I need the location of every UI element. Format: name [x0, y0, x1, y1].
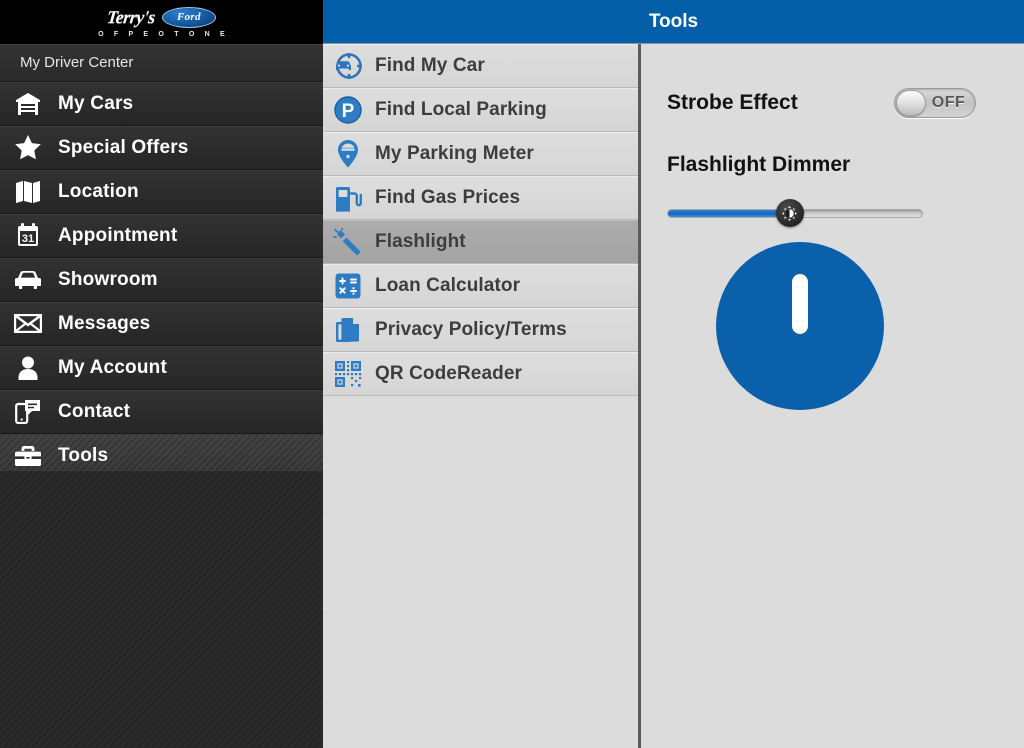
- tools-item-find-local-parking[interactable]: P Find Local Parking: [323, 88, 638, 132]
- sidebar-empty-area: [0, 470, 323, 748]
- brand-name-text: Terry's: [106, 7, 156, 27]
- phone-chat-icon: [10, 397, 46, 427]
- title-bar: Tools: [323, 0, 1024, 44]
- brand-logo-row: Terry's Ford: [106, 6, 216, 28]
- toggle-knob: [896, 90, 926, 116]
- tools-item-qr-code-reader[interactable]: QR CodeReader: [323, 352, 638, 396]
- sidebar-item-label: My Cars: [58, 92, 134, 114]
- svg-text:P: P: [342, 101, 355, 122]
- page-title: Tools: [648, 10, 699, 32]
- sidebar-item-my-account[interactable]: My Account: [0, 346, 323, 390]
- tools-item-my-parking-meter[interactable]: My Parking Meter: [323, 132, 638, 176]
- qr-code-icon: [331, 358, 365, 390]
- sidebar-item-label: Showroom: [58, 268, 158, 290]
- car-locate-icon: [331, 50, 365, 82]
- tools-item-label: Privacy Policy/Terms: [375, 318, 567, 340]
- ford-oval-icon: Ford: [161, 6, 216, 28]
- tools-list-panel: Find My Car P Find Local Parking My Park…: [323, 44, 641, 748]
- parking-p-icon: P: [331, 94, 365, 126]
- sidebar-item-label: My Account: [58, 356, 167, 378]
- sidebar-item-label: Appointment: [58, 224, 178, 246]
- slider-thumb-brightness-icon[interactable]: [775, 199, 804, 227]
- strobe-effect-row: Strobe Effect OFF: [667, 86, 994, 120]
- tools-item-loan-calculator[interactable]: Loan Calculator: [323, 264, 638, 308]
- sidebar-item-showroom[interactable]: Showroom: [0, 258, 323, 302]
- gas-pump-icon: [331, 182, 365, 214]
- sidebar-item-label: Tools: [58, 444, 109, 466]
- sidebar-item-contact[interactable]: Contact: [0, 390, 323, 434]
- garage-icon: [10, 89, 46, 119]
- tools-item-label: Find Local Parking: [375, 98, 547, 120]
- sidebar-nav-list: My Cars Special Offers Location 31 Appoi…: [0, 82, 323, 478]
- content-area: Tools Find My Car P Find Local Parking M…: [323, 0, 1024, 748]
- calendar-icon: 31: [10, 221, 46, 251]
- person-icon: [10, 353, 46, 383]
- flashlight-icon: [331, 226, 365, 258]
- sidebar-item-label: Contact: [58, 400, 131, 422]
- car-front-icon: [10, 265, 46, 295]
- slider-fill: [668, 210, 790, 217]
- brand-subtitle: O F P E O T O N E: [98, 30, 229, 38]
- strobe-effect-toggle[interactable]: OFF: [894, 88, 976, 118]
- toggle-state-label: OFF: [931, 94, 966, 111]
- tools-item-label: Find Gas Prices: [375, 186, 521, 208]
- tools-item-flashlight[interactable]: Flashlight: [323, 220, 638, 264]
- tools-item-label: Flashlight: [375, 230, 466, 252]
- brand-logo-bar: Terry's Ford O F P E O T O N E: [0, 0, 323, 44]
- svg-text:31: 31: [22, 233, 34, 245]
- power-icon: [792, 274, 808, 334]
- tools-item-find-gas-prices[interactable]: Find Gas Prices: [323, 176, 638, 220]
- sidebar-item-my-cars[interactable]: My Cars: [0, 82, 323, 126]
- sidebar-item-label: Messages: [58, 312, 151, 334]
- flashlight-power-button[interactable]: [716, 242, 884, 410]
- envelope-icon: [10, 309, 46, 339]
- brand-logo: Terry's Ford O F P E O T O N E: [94, 6, 229, 38]
- sidebar-item-location[interactable]: Location: [0, 170, 323, 214]
- flashlight-dimmer-slider[interactable]: [667, 199, 923, 227]
- star-icon: [10, 133, 46, 163]
- sidebar-item-label: Location: [58, 180, 139, 202]
- ford-oval-text: Ford: [177, 10, 201, 23]
- tools-item-label: Loan Calculator: [375, 274, 521, 296]
- tools-item-label: Find My Car: [375, 54, 485, 76]
- toolbox-icon: [10, 441, 46, 471]
- sidebar-item-label: Special Offers: [58, 136, 189, 158]
- tools-item-privacy-policy-terms[interactable]: Privacy Policy/Terms: [323, 308, 638, 352]
- body-area: Find My Car P Find Local Parking My Park…: [323, 44, 1024, 748]
- map-icon: [10, 177, 46, 207]
- sidebar-item-appointment[interactable]: 31 Appointment: [0, 214, 323, 258]
- sidebar-item-special-offers[interactable]: Special Offers: [0, 126, 323, 170]
- sidebar: Terry's Ford O F P E O T O N E My Driver…: [0, 0, 323, 748]
- brightness-icon: [782, 205, 798, 221]
- app-root: Terry's Ford O F P E O T O N E My Driver…: [0, 0, 1024, 748]
- sidebar-section-label: My Driver Center: [0, 44, 323, 82]
- parking-meter-icon: [331, 138, 365, 170]
- sidebar-item-messages[interactable]: Messages: [0, 302, 323, 346]
- tools-item-label: My Parking Meter: [375, 142, 534, 164]
- tools-item-label: QR CodeReader: [375, 362, 523, 384]
- flashlight-dimmer-label: Flashlight Dimmer: [667, 153, 851, 176]
- tools-item-find-my-car[interactable]: Find My Car: [323, 44, 638, 88]
- flashlight-detail-panel: Strobe Effect OFF Flashlight Dimmer: [641, 44, 1024, 748]
- documents-icon: [331, 314, 365, 346]
- calculator-icon: [331, 270, 365, 302]
- strobe-effect-label: Strobe Effect: [667, 91, 798, 114]
